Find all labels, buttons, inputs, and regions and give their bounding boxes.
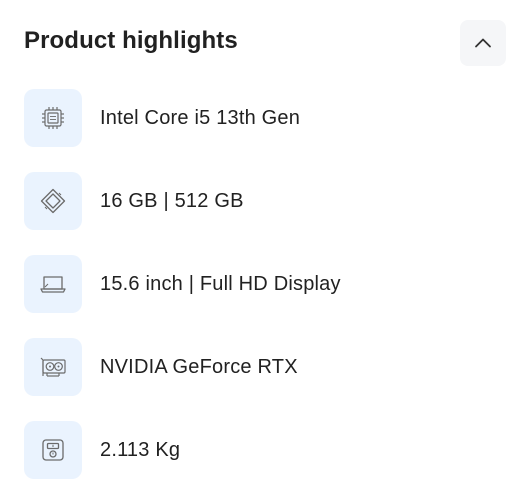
highlight-icon-container xyxy=(24,255,82,313)
highlight-item-memory-storage: 16 GB | 512 GB xyxy=(24,172,508,230)
section-title: Product highlights xyxy=(24,27,238,54)
highlights-list: Intel Core i5 13th Gen 16 GB | 512 GB 15… xyxy=(24,89,508,500)
highlight-label: NVIDIA GeForce RTX xyxy=(100,356,298,378)
highlight-item-display: 15.6 inch | Full HD Display xyxy=(24,255,508,313)
highlight-item-processor: Intel Core i5 13th Gen xyxy=(24,89,508,147)
highlight-icon-container xyxy=(24,421,82,479)
highlight-item-graphics: NVIDIA GeForce RTX xyxy=(24,338,508,396)
highlight-icon-container xyxy=(24,172,82,230)
graphics-card-icon xyxy=(40,357,66,377)
cpu-icon xyxy=(42,107,64,129)
highlight-icon-container xyxy=(24,89,82,147)
memory-storage-icon xyxy=(40,188,66,214)
highlight-icon-container xyxy=(24,338,82,396)
collapse-button[interactable] xyxy=(460,20,506,66)
chevron-up-icon xyxy=(475,38,491,48)
section-header: Product highlights xyxy=(24,20,508,66)
highlight-label: 2.113 Kg xyxy=(100,439,181,461)
weight-scale-icon xyxy=(42,439,64,461)
product-highlights-panel: Product highlights Intel Core i5 13th Ge… xyxy=(0,0,530,500)
highlight-label: Intel Core i5 13th Gen xyxy=(100,107,301,129)
highlight-label: 16 GB | 512 GB xyxy=(100,190,244,212)
laptop-display-icon xyxy=(40,276,66,293)
highlight-item-weight: 2.113 Kg xyxy=(24,421,508,479)
highlight-label: 15.6 inch | Full HD Display xyxy=(100,273,341,295)
